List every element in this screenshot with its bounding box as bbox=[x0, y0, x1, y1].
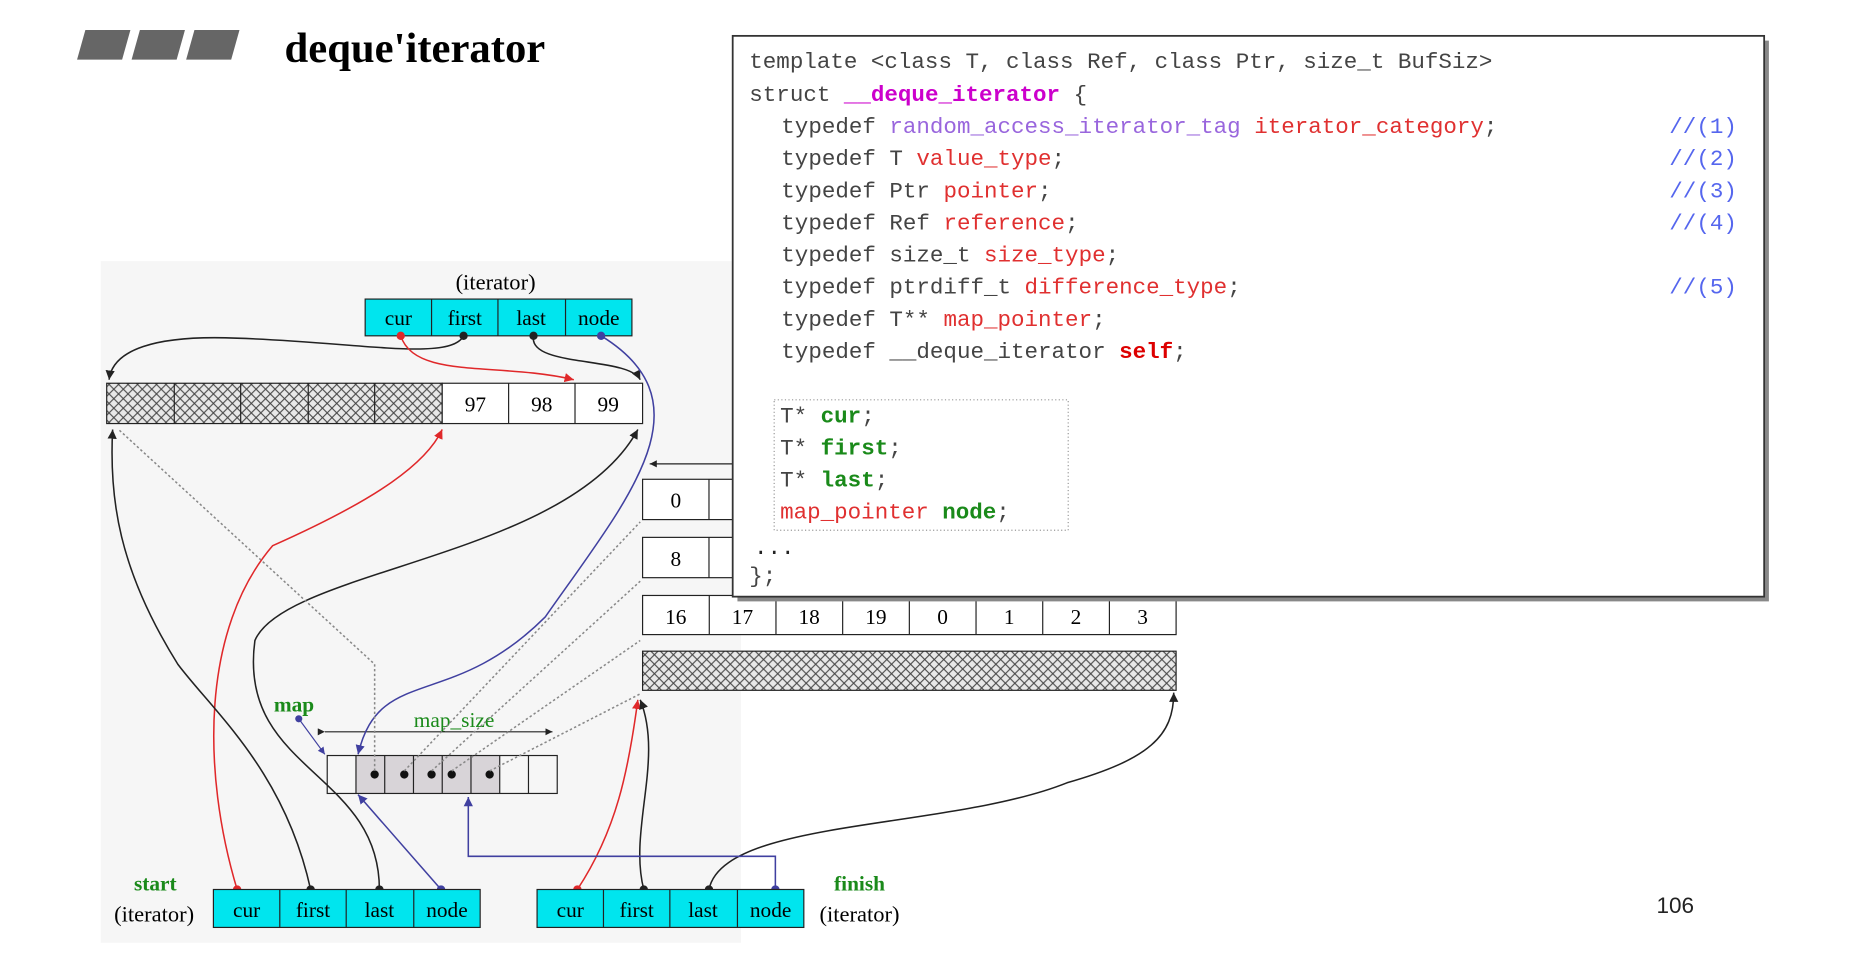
typedef-line: typedef __deque_iterator self; bbox=[781, 339, 1186, 365]
field-last: last bbox=[688, 898, 718, 922]
field-cur: cur bbox=[385, 306, 412, 330]
field-last: last bbox=[365, 898, 395, 922]
buffer-cell: 99 bbox=[598, 393, 619, 417]
buffer-cell: 1 bbox=[1004, 605, 1015, 629]
buffer-cell: 0 bbox=[937, 605, 948, 629]
code-ellipsis: ... bbox=[754, 535, 795, 561]
finish-iterator: cur first last node bbox=[536, 888, 805, 929]
buffer-cell: 18 bbox=[798, 605, 819, 629]
buffer-cell: 16 bbox=[665, 605, 687, 629]
finish-iterator-label: (iterator) bbox=[820, 902, 900, 927]
slide-title: deque'iterator bbox=[285, 25, 546, 72]
struct-name: __deque_iterator bbox=[843, 82, 1060, 108]
map-node-dot bbox=[447, 770, 456, 779]
title-bars-decoration bbox=[77, 29, 240, 60]
top-iterator: cur first last node bbox=[364, 298, 633, 337]
top-iterator-label: (iterator) bbox=[456, 270, 536, 295]
field-first: first bbox=[619, 898, 653, 922]
buffer-cell: 98 bbox=[531, 393, 552, 417]
map-size-label: map_size bbox=[414, 708, 495, 732]
typedef-comment: //(2) bbox=[1669, 146, 1737, 172]
field-first: first bbox=[296, 898, 330, 922]
map-label: map bbox=[274, 693, 314, 717]
start-iterator: cur first last node bbox=[212, 888, 481, 929]
buffer-cell: 0 bbox=[670, 489, 681, 513]
typedef-comment: //(1) bbox=[1669, 114, 1737, 140]
member-line: T* first; bbox=[780, 435, 902, 461]
typedef-line: typedef random_access_iterator_tag itera… bbox=[781, 114, 1497, 140]
slide: deque'iterator (iterator) cur first last… bbox=[77, 25, 1769, 943]
typedef-line: typedef size_t size_type; bbox=[781, 243, 1119, 269]
typedef-comment: //(3) bbox=[1669, 178, 1737, 204]
member-line: T* last; bbox=[780, 467, 888, 493]
typedef-line: typedef T** map_pointer; bbox=[781, 307, 1105, 333]
page-number: 106 bbox=[1656, 893, 1694, 918]
typedef-line: typedef Ptr pointer; bbox=[781, 178, 1051, 204]
buffer-cell: 8 bbox=[670, 547, 681, 571]
member-line: T* cur; bbox=[780, 403, 875, 429]
field-last: last bbox=[516, 306, 546, 330]
map-node-dot bbox=[400, 770, 409, 779]
code-close: }; bbox=[749, 563, 776, 589]
start-iterator-label: (iterator) bbox=[114, 902, 194, 927]
typedef-comment: //(5) bbox=[1669, 275, 1737, 301]
buffer-cell: 2 bbox=[1071, 605, 1082, 629]
code-template-line: template <class T, class Ref, class Ptr,… bbox=[749, 49, 1492, 75]
map-node-dot bbox=[427, 770, 436, 779]
typedef-comment: //(4) bbox=[1669, 210, 1737, 236]
map-node-dot bbox=[370, 770, 379, 779]
code-struct-line: struct __deque_iterator { bbox=[749, 82, 1087, 108]
hatched-buffer bbox=[641, 650, 1177, 691]
map-node-dot bbox=[485, 770, 494, 779]
typedef-line: typedef ptrdiff_t difference_type; bbox=[781, 275, 1240, 301]
member-line: map_pointer node; bbox=[780, 499, 1010, 525]
typedef-line: typedef T value_type; bbox=[781, 146, 1065, 172]
top-buffer: 97 98 99 bbox=[106, 382, 644, 425]
field-first: first bbox=[448, 306, 482, 330]
buffer-cell: 19 bbox=[865, 605, 886, 629]
buffer-cell: 3 bbox=[1137, 605, 1148, 629]
buffer-cell: 17 bbox=[732, 605, 754, 629]
field-cur: cur bbox=[557, 898, 584, 922]
field-node: node bbox=[426, 898, 467, 922]
finish-label: finish bbox=[834, 872, 885, 896]
start-label: start bbox=[134, 872, 178, 896]
field-node: node bbox=[578, 306, 619, 330]
field-cur: cur bbox=[233, 898, 260, 922]
buffer-cell: 97 bbox=[465, 393, 487, 417]
typedef-line: typedef Ref reference; bbox=[781, 210, 1078, 236]
field-node: node bbox=[750, 898, 791, 922]
